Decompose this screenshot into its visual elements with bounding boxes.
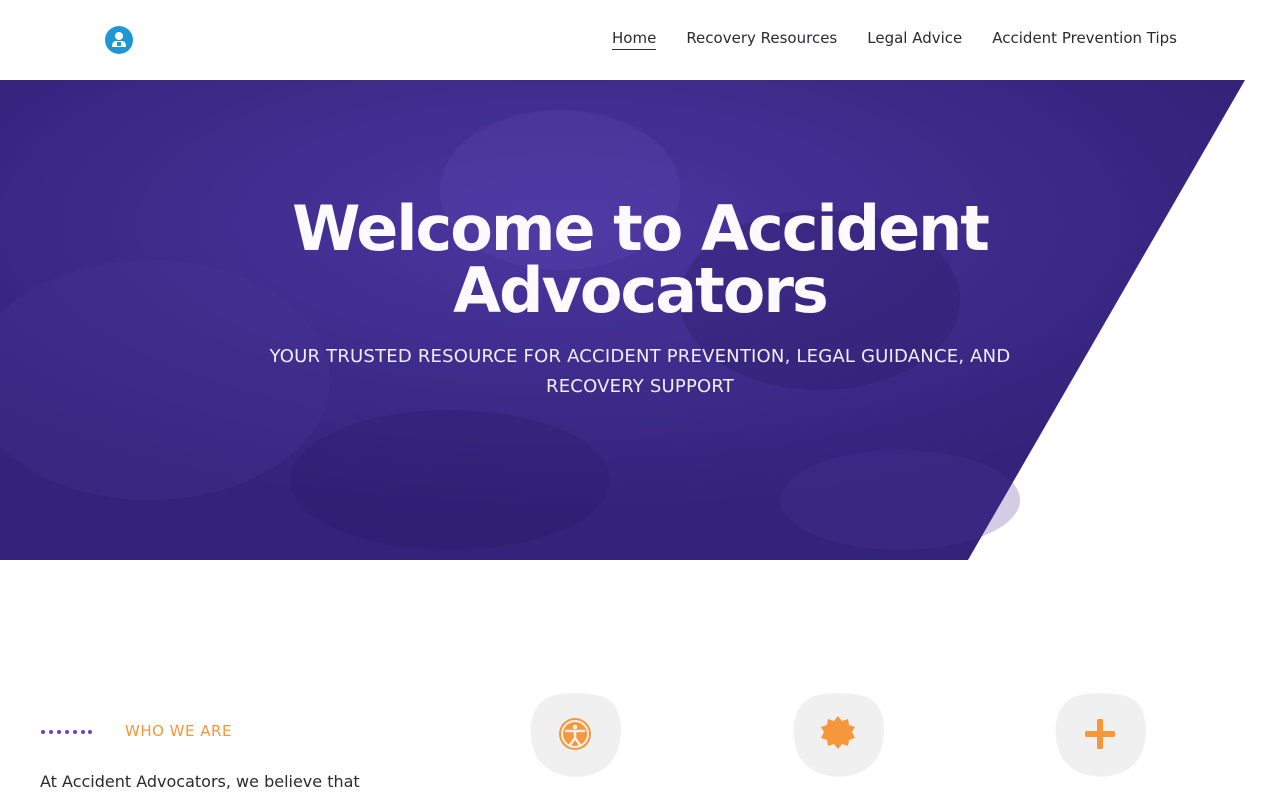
site-header: Home Recovery Resources Legal Advice Acc… [0,0,1280,80]
person-badge-icon [112,32,126,47]
hero-subtitle: YOUR TRUSTED RESOURCE FOR ACCIDENT PREVE… [269,346,1011,397]
feature-icon-badge [792,692,884,778]
nav-accident-prevention-tips[interactable]: Accident Prevention Tips [992,29,1177,50]
nav-home[interactable]: Home [612,29,657,50]
accessibility-icon [530,693,621,777]
section-eyebrow: WHO WE ARE [125,722,232,740]
about-intro-text: At Accident Advocators, we believe that [40,772,360,791]
hero-title: Welcome to Accident Advocators [292,192,990,327]
hero-banner: Welcome to Accident Advocators YOUR TRUS… [0,80,1280,560]
nav-recovery-resources[interactable]: Recovery Resources [686,29,837,50]
plus-icon [1055,693,1146,777]
feature-icon-accessibility [529,692,621,778]
main-nav: Home Recovery Resources Legal Advice Acc… [612,29,1177,50]
dots-decoration [41,730,92,734]
feature-icon-plus [1054,692,1146,778]
badge-icon [793,693,884,777]
logo[interactable] [105,26,133,54]
nav-legal-advice[interactable]: Legal Advice [867,29,962,50]
